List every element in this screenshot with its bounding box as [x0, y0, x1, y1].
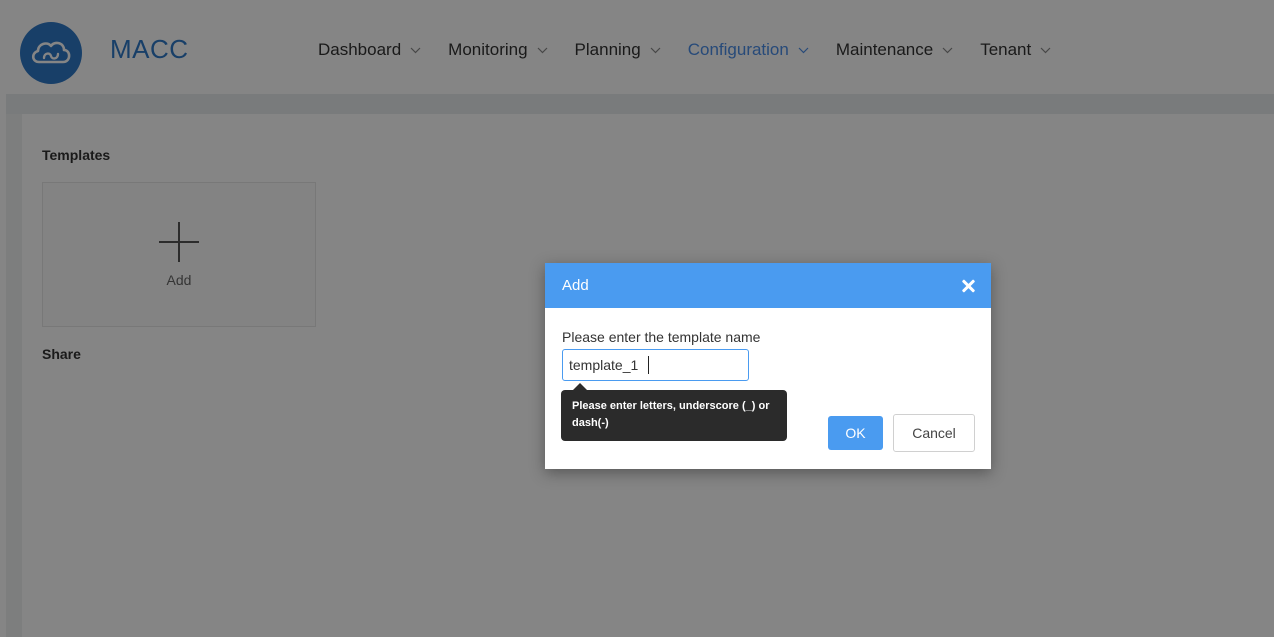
- template-name-prompt: Please enter the template name: [562, 329, 761, 345]
- text-caret: [648, 356, 649, 374]
- close-icon[interactable]: [961, 279, 975, 293]
- dialog-body: Please enter the template name Please en…: [545, 308, 991, 469]
- add-template-dialog: Add Please enter the template name Pleas…: [545, 263, 991, 469]
- ok-button[interactable]: OK: [828, 416, 883, 450]
- dialog-title: Add: [562, 277, 589, 294]
- validation-tooltip: Please enter letters, underscore (_) or …: [561, 383, 787, 441]
- dialog-header: Add: [545, 263, 991, 308]
- cancel-button[interactable]: Cancel: [893, 414, 975, 452]
- template-name-input[interactable]: [562, 349, 749, 381]
